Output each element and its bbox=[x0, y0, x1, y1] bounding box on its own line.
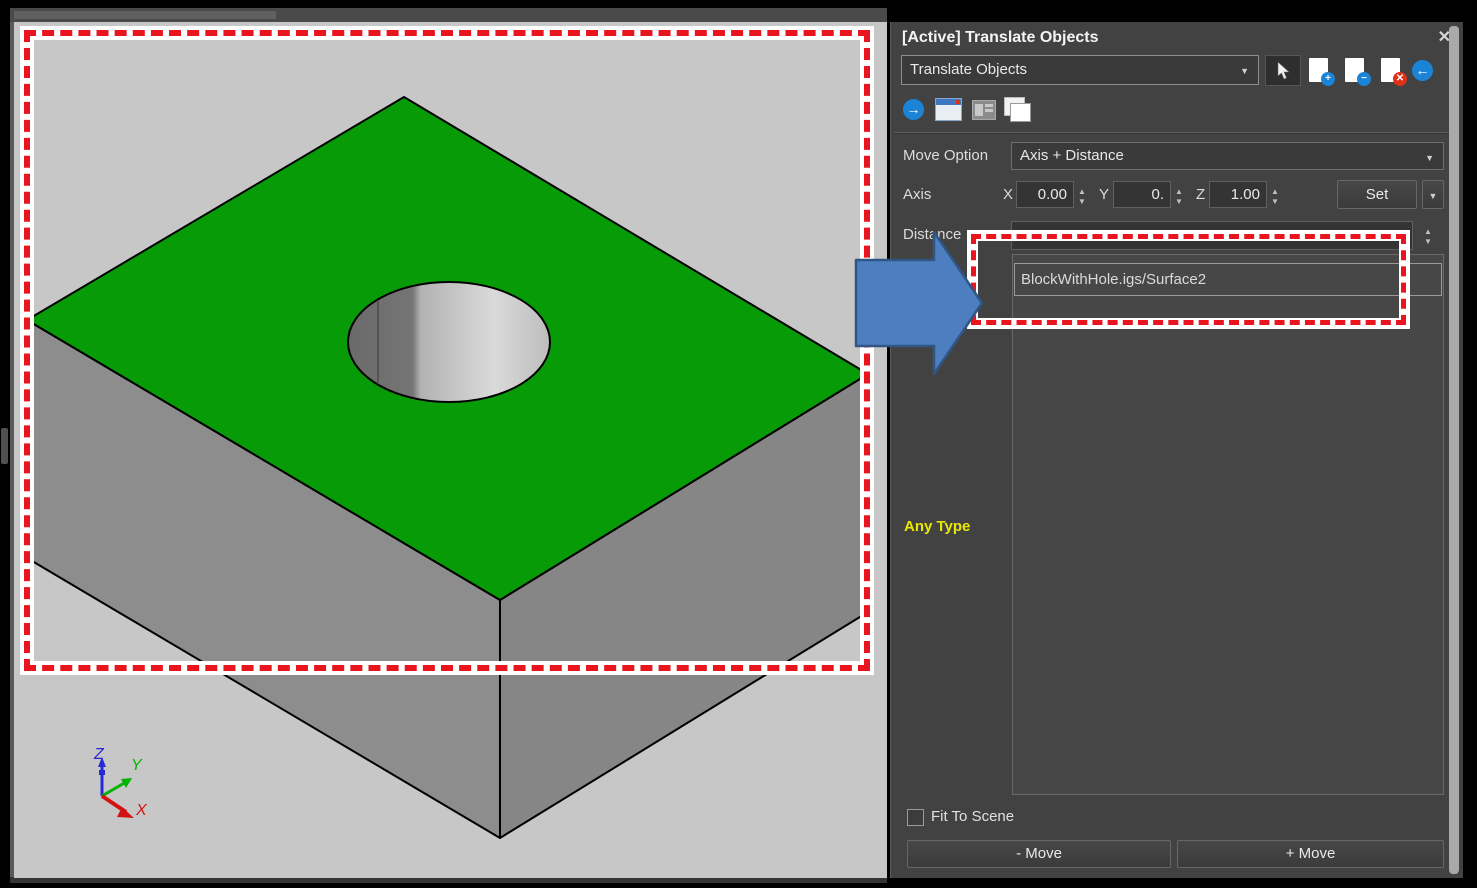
window-top-strip bbox=[10, 8, 887, 22]
command-combo[interactable]: Translate Objects bbox=[901, 55, 1259, 85]
undo-arrow-button[interactable]: ← bbox=[1412, 60, 1433, 81]
command-combo-value: Translate Objects bbox=[910, 61, 1027, 78]
x-badge-icon: ✕ bbox=[1393, 72, 1407, 86]
viewport-highlight-dashed-rect bbox=[24, 30, 870, 671]
plus-move-button[interactable]: + Move bbox=[1177, 840, 1444, 868]
left-arrow-icon: ← bbox=[1416, 62, 1430, 78]
window-top-tab bbox=[14, 11, 276, 19]
selection-list[interactable]: BlockWithHole.igs/Surface2 bbox=[1012, 254, 1444, 795]
chevron-down-icon bbox=[1425, 143, 1434, 172]
select-cursor-button[interactable] bbox=[1265, 55, 1301, 86]
list-item-highlight-dashed-rect bbox=[971, 234, 1406, 325]
clear-documents-button[interactable]: ✕ bbox=[1381, 58, 1400, 82]
set-dropdown-button[interactable] bbox=[1422, 180, 1444, 209]
axis-z-spinner[interactable] bbox=[1268, 181, 1282, 208]
axis-y-input[interactable]: 0. bbox=[1113, 181, 1171, 208]
form-line-icon bbox=[985, 104, 993, 107]
selection-filter-label: Any Type bbox=[904, 518, 970, 535]
form-view-button[interactable] bbox=[972, 100, 996, 120]
form-line2-icon bbox=[985, 109, 993, 112]
move-option-label: Move Option bbox=[903, 147, 988, 164]
right-arrow-icon: → bbox=[907, 101, 921, 117]
axis-triad: Z Y X bbox=[93, 746, 148, 819]
cursor-icon bbox=[1276, 62, 1290, 80]
translate-objects-panel: [Active] Translate Objects ✕ Translate O… bbox=[890, 22, 1463, 878]
chevron-down-icon bbox=[1429, 186, 1438, 203]
axis-x-label: X bbox=[135, 802, 148, 819]
move-option-value: Axis + Distance bbox=[1020, 147, 1124, 164]
set-button[interactable]: Set bbox=[1337, 180, 1417, 209]
panel-scrollbar[interactable] bbox=[1449, 26, 1459, 874]
separator bbox=[894, 132, 1460, 134]
minus-move-button[interactable]: - Move bbox=[907, 840, 1171, 868]
add-document-button[interactable]: + bbox=[1309, 58, 1328, 82]
screen: Z Y X [Active] Translate Objects ✕ Trans… bbox=[0, 0, 1477, 888]
fit-to-scene-label: Fit To Scene bbox=[931, 808, 1014, 825]
remove-document-button[interactable]: − bbox=[1345, 58, 1364, 82]
callout-arrow-icon bbox=[848, 222, 988, 378]
window-close-dot-icon bbox=[956, 100, 960, 104]
apply-arrow-button[interactable]: → bbox=[903, 99, 924, 120]
axis-z-label: Z bbox=[1196, 186, 1205, 203]
axis-y-label: Y bbox=[131, 757, 143, 774]
cascade-windows-button[interactable] bbox=[1004, 97, 1030, 121]
minus-badge-icon: − bbox=[1357, 72, 1371, 86]
axis-y-spinner[interactable] bbox=[1172, 181, 1186, 208]
cascade-front-icon bbox=[1010, 103, 1031, 122]
form-icon bbox=[975, 104, 983, 116]
plus-badge-icon: + bbox=[1321, 72, 1335, 86]
chevron-down-icon bbox=[1240, 56, 1249, 85]
move-option-combo[interactable]: Axis + Distance bbox=[1011, 142, 1444, 170]
axis-y-label: Y bbox=[1099, 186, 1109, 203]
axis-z-label: Z bbox=[93, 746, 105, 763]
axis-z-input[interactable]: 1.00 bbox=[1209, 181, 1267, 208]
splitter-handle[interactable] bbox=[1, 428, 8, 464]
axis-x-input[interactable]: 0.00 bbox=[1016, 181, 1074, 208]
window-view-button[interactable] bbox=[935, 98, 962, 121]
fit-to-scene-checkbox[interactable] bbox=[907, 809, 924, 826]
axis-x-label: X bbox=[1003, 186, 1013, 203]
axis-x-spinner[interactable] bbox=[1075, 181, 1089, 208]
panel-title: [Active] Translate Objects bbox=[902, 29, 1099, 47]
distance-spinner[interactable] bbox=[1421, 221, 1435, 248]
axis-label: Axis bbox=[903, 186, 931, 203]
